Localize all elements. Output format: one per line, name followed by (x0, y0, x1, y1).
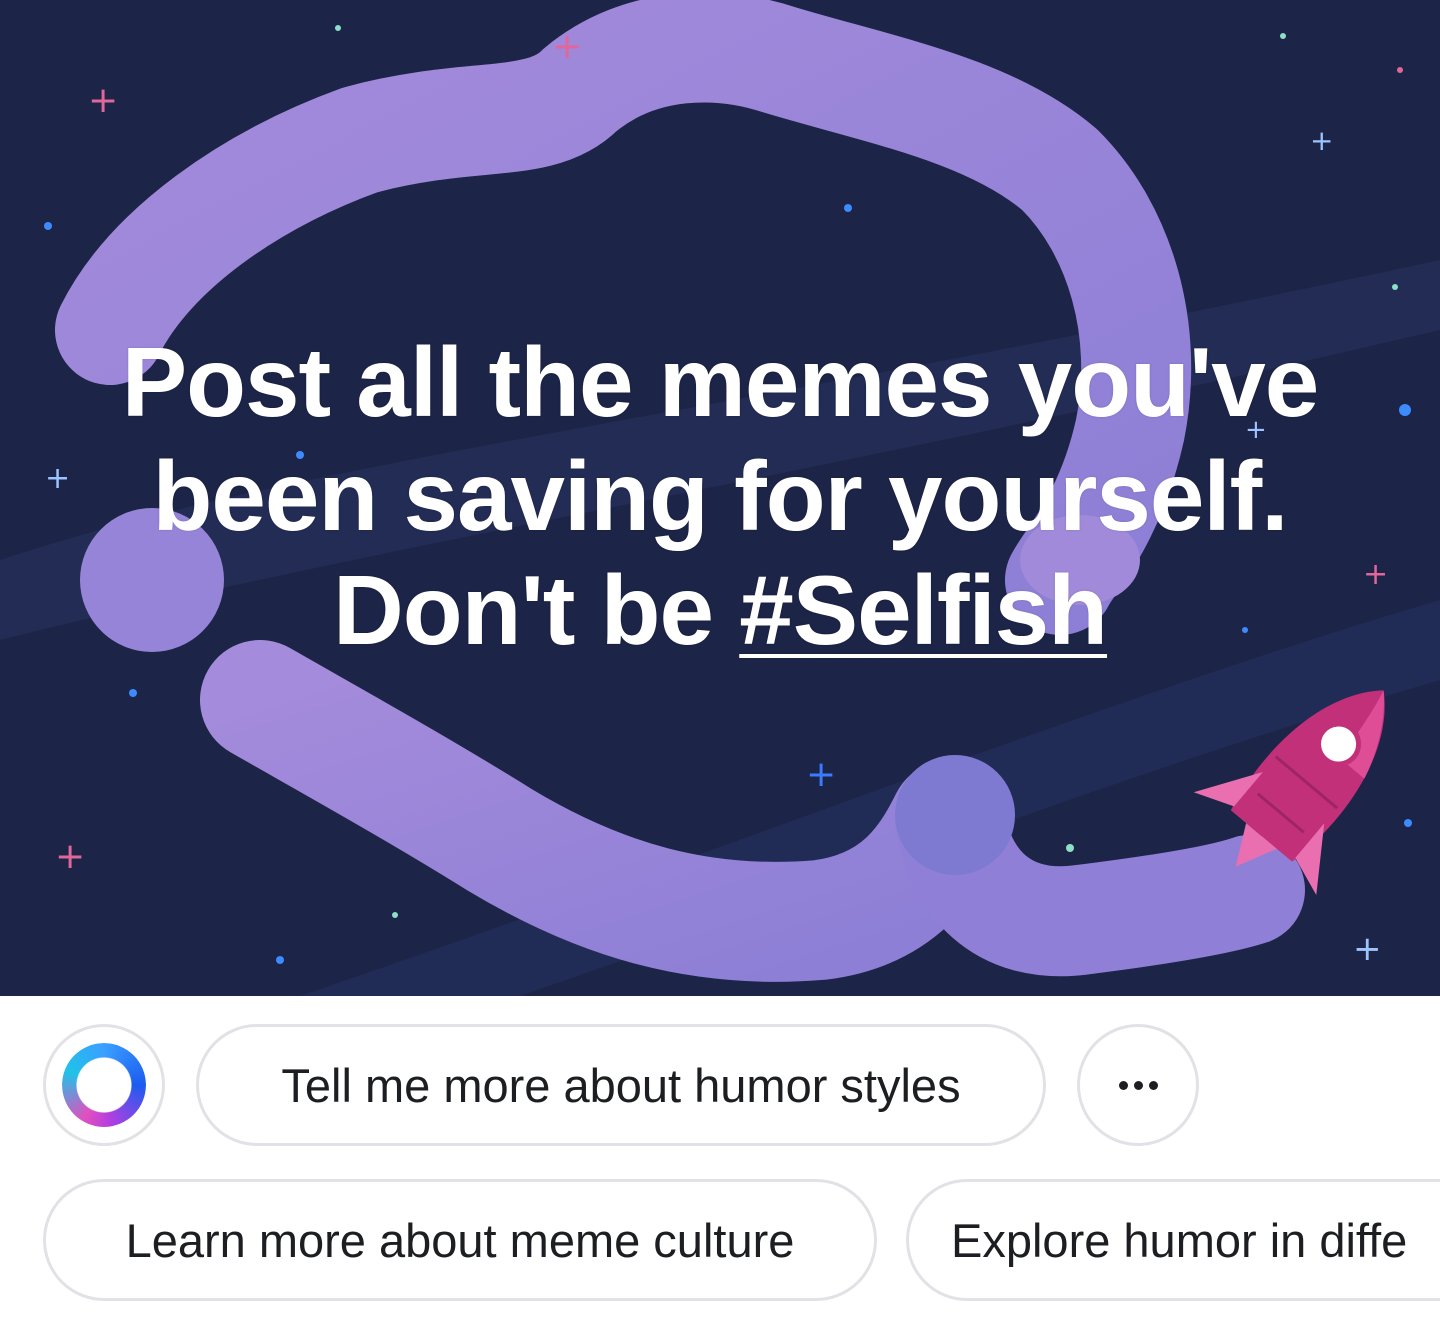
post-text-line-3: Don't be #Selfish (0, 553, 1440, 667)
ai-suggestions-bar: Tell me more about humor styles Learn mo… (0, 996, 1440, 1331)
more-options-button[interactable] (1077, 1024, 1199, 1146)
post-text: Post all the memes you've been saving fo… (0, 325, 1440, 667)
post-text-line-2: been saving for yourself. (152, 441, 1289, 551)
suggestion-chip-humor-explore[interactable]: Explore humor in diffe (906, 1179, 1440, 1301)
suggestion-chip-label: Explore humor in diffe (951, 1213, 1408, 1267)
svg-text:+: + (55, 836, 85, 877)
svg-text:+: + (552, 26, 582, 67)
suggestion-chip-humor-styles[interactable]: Tell me more about humor styles (196, 1024, 1046, 1146)
post-text-line-3-prefix: Don't be (332, 555, 740, 665)
suggestion-chip-label: Tell me more about humor styles (281, 1058, 961, 1112)
svg-text:+: + (1310, 124, 1333, 157)
suggestion-chip-meme-culture[interactable]: Learn more about meme culture (43, 1179, 877, 1301)
post-card: + + + + + + + + + Post all the memes you… (0, 0, 1440, 996)
hashtag-link[interactable]: #Selfish (739, 555, 1108, 665)
meta-ai-button[interactable] (43, 1024, 165, 1146)
post-text-line-1: Post all the memes you've (121, 327, 1320, 437)
more-dots-icon (1118, 1080, 1158, 1090)
svg-text:+: + (88, 80, 118, 121)
meta-ai-ring-icon (62, 1043, 146, 1127)
suggestion-chip-label: Learn more about meme culture (125, 1213, 795, 1267)
svg-text:+: + (1353, 929, 1382, 969)
svg-text:+: + (806, 754, 836, 795)
